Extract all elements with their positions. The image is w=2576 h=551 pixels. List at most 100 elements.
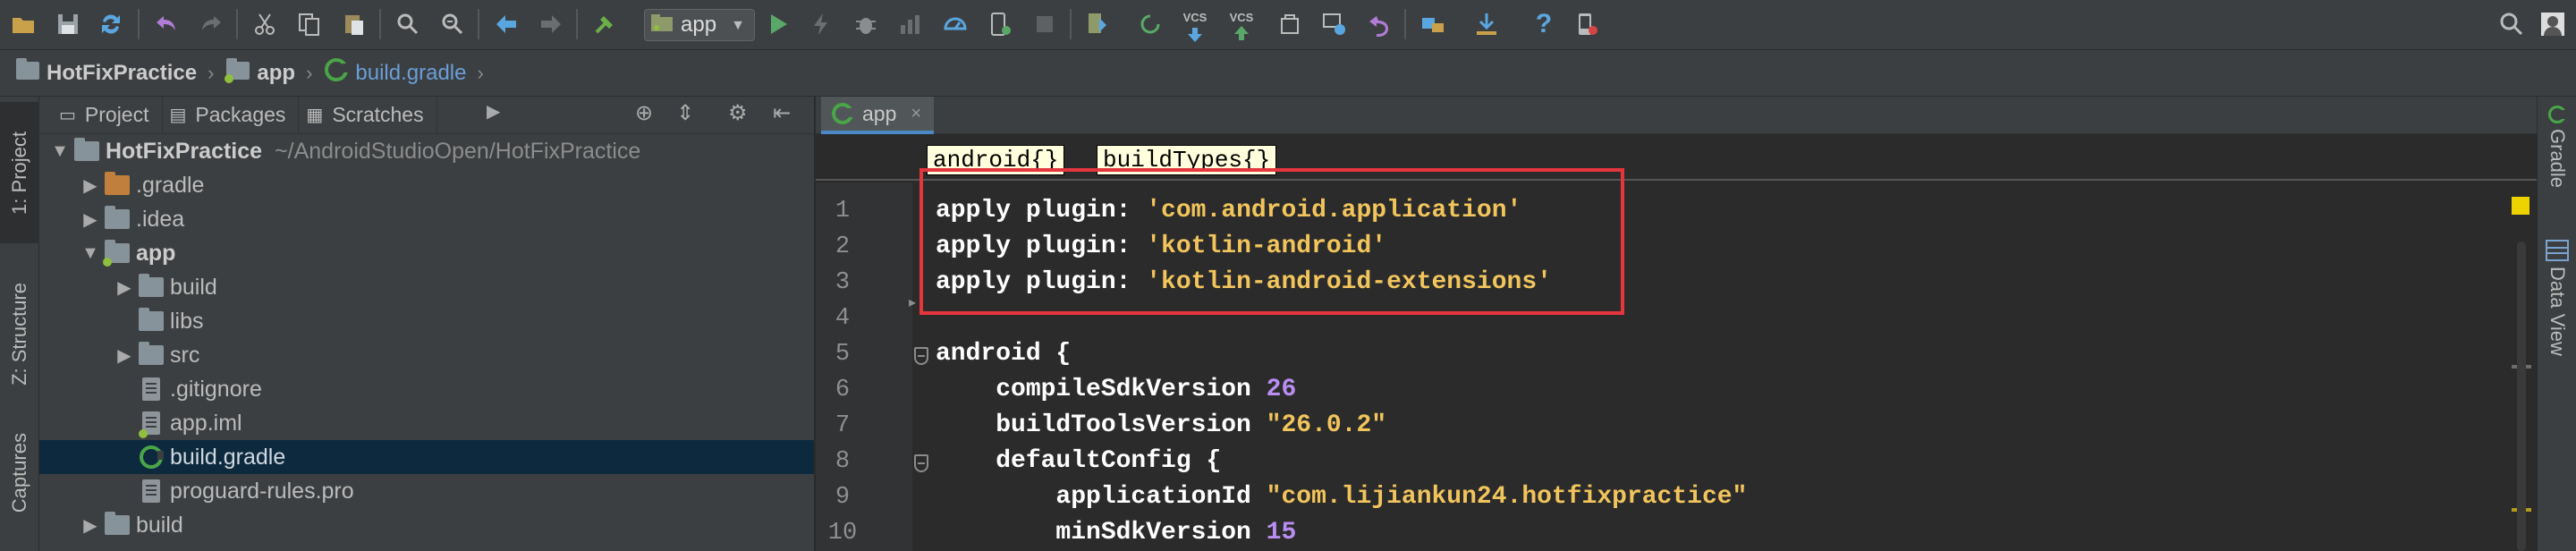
replace-icon[interactable] <box>436 8 469 40</box>
forward-icon[interactable] <box>535 8 567 40</box>
breadcrumb-item-file[interactable]: build.gradle › <box>325 58 484 88</box>
hide-panel-icon[interactable]: ⇤ <box>773 100 791 126</box>
tree-item-root-build[interactable]: ▶ build <box>39 508 814 542</box>
fold-icon[interactable] <box>914 347 928 365</box>
tree-item-app-build[interactable]: ▶ build <box>39 270 814 304</box>
tree-item-proguard[interactable]: proguard-rules.pro <box>39 474 814 508</box>
debug-icon[interactable] <box>850 8 882 40</box>
profile-icon[interactable] <box>894 8 927 40</box>
tool-tab-captures[interactable]: Captures <box>0 433 39 551</box>
fold-collapsed-icon[interactable]: ▸ <box>909 293 916 311</box>
gear-icon[interactable]: ⚙ <box>728 100 748 126</box>
tree-item-label: .gradle <box>136 172 205 198</box>
apply-changes-icon[interactable] <box>805 8 837 40</box>
tree-item-label: src <box>170 342 200 368</box>
editor-tab-label: app <box>862 101 897 125</box>
cut-icon[interactable] <box>249 8 281 40</box>
vcs-revert-icon[interactable] <box>1363 8 1395 40</box>
tree-item-label: libs <box>170 308 204 334</box>
chevron-right-icon[interactable]: ▶ <box>79 208 102 231</box>
code-line-6[interactable]: compileSdkVersion 26 <box>936 372 1296 408</box>
folder-icon <box>102 206 132 231</box>
chevron-right-icon[interactable]: ▶ <box>113 276 136 299</box>
tree-item-hotfixpractice[interactable]: ▼ HotFixPractice ~/AndroidStudioOpen/Hot… <box>39 134 814 168</box>
scratches-view-icon: ▦ <box>306 106 324 125</box>
tree-item-gitignore[interactable]: .gitignore <box>39 372 814 406</box>
line-number: 5 <box>835 341 851 368</box>
chevron-right-icon[interactable]: ▶ <box>79 514 102 537</box>
sync-icon[interactable] <box>95 8 127 40</box>
chevron-right-icon[interactable]: ▶ <box>113 344 136 367</box>
vcs-commit-icon[interactable]: VCS <box>1225 8 1258 40</box>
device-attach-icon[interactable] <box>984 8 1016 40</box>
open-folder-icon[interactable] <box>7 8 39 40</box>
paste-icon[interactable] <box>338 8 370 40</box>
gradle-sync-icon[interactable] <box>1080 8 1113 40</box>
project-panel-header: ▭ Project ▤ Packages ▦ Scratches ▶ ⊕ ⇕ ⚙… <box>39 96 814 134</box>
tool-tab-data-view[interactable]: Data View <box>2538 240 2576 374</box>
view-tab-label: Packages <box>195 103 286 126</box>
tree-item-app[interactable]: ▼ app <box>39 236 814 270</box>
breadcrumb-item-app[interactable]: app › <box>225 57 312 86</box>
vertical-scrollbar[interactable] <box>2517 242 2526 551</box>
more-tabs-icon[interactable]: ▶ <box>487 100 500 123</box>
data-view-icon <box>2546 240 2569 261</box>
close-icon[interactable]: × <box>911 104 921 124</box>
chevron-down-icon[interactable]: ▼ <box>48 141 72 162</box>
code-line-5[interactable]: android { <box>936 336 1071 372</box>
code-line-10[interactable]: minSdkVersion 15 <box>936 515 1296 551</box>
code-line-9[interactable]: applicationId "com.lijiankun24.hotfixpra… <box>936 479 1747 515</box>
folder-icon <box>136 342 166 367</box>
tool-tab-project[interactable]: 1: Project <box>0 102 39 243</box>
avatar-icon[interactable] <box>2537 8 2569 40</box>
avd-manager-icon[interactable] <box>1134 8 1166 40</box>
project-structure-icon[interactable] <box>1417 8 1449 40</box>
line-number: 8 <box>835 448 851 475</box>
back-icon[interactable] <box>490 8 522 40</box>
tree-item-build-gradle[interactable]: build.gradle <box>39 440 814 474</box>
annotation-highlight-box <box>919 168 1624 315</box>
help-icon[interactable]: ? <box>1528 8 1560 40</box>
tree-item-libs[interactable]: libs <box>39 304 814 338</box>
redo-icon[interactable] <box>195 8 227 40</box>
view-tab-label: Scratches <box>332 103 424 126</box>
tree-item-idea[interactable]: ▶ .idea <box>39 202 814 236</box>
view-tab-packages[interactable]: ▤ Packages <box>163 96 300 134</box>
search-everywhere-icon[interactable] <box>2496 8 2528 40</box>
breadcrumb-item-project[interactable]: HotFixPractice › <box>16 57 215 86</box>
save-icon[interactable] <box>52 8 84 40</box>
copy-icon[interactable] <box>293 8 326 40</box>
tree-item-app-iml[interactable]: app.iml <box>39 406 814 440</box>
find-icon[interactable] <box>392 8 424 40</box>
editor-tab-app[interactable]: app × <box>821 97 935 134</box>
locate-file-icon[interactable]: ⊕ <box>635 100 653 126</box>
fold-icon[interactable] <box>914 454 928 472</box>
deploy-icon[interactable] <box>1470 8 1503 40</box>
attach-debugger-icon[interactable] <box>939 8 971 40</box>
vcs-update-icon[interactable]: VCS <box>1179 8 1211 42</box>
view-tab-project[interactable]: ▭ Project <box>52 96 163 134</box>
tree-item-gradle-dir[interactable]: ▶ .gradle <box>39 168 814 202</box>
code-editor: app × android{} buildTypes{} 1 2 3 4 5 6… <box>816 97 2537 551</box>
run-config-selector[interactable]: app ▼ <box>644 9 755 41</box>
tool-tab-label: Z: Structure <box>8 282 30 386</box>
build-icon[interactable] <box>589 8 621 40</box>
code-line-7[interactable]: buildToolsVersion "26.0.2" <box>936 408 1386 444</box>
undo-icon[interactable] <box>150 8 182 40</box>
collapse-all-icon[interactable]: ⇕ <box>676 100 694 126</box>
tree-item-src[interactable]: ▶ src <box>39 338 814 372</box>
code-line-8[interactable]: defaultConfig { <box>936 444 1221 479</box>
vcs-history-icon[interactable] <box>1274 8 1306 40</box>
chevron-down-icon[interactable]: ▼ <box>79 243 102 264</box>
stop-icon[interactable] <box>1029 8 1061 40</box>
vcs-compare-icon[interactable] <box>1318 8 1351 40</box>
chevron-right-icon: › <box>208 61 215 84</box>
run-icon[interactable] <box>762 8 794 40</box>
device-monitor-icon[interactable] <box>1571 8 1603 40</box>
chevron-right-icon[interactable]: ▶ <box>79 174 102 197</box>
tool-tab-structure[interactable]: Z: Structure <box>0 258 39 410</box>
tool-tab-gradle[interactable]: Gradle <box>2538 106 2576 204</box>
warning-indicator-icon[interactable] <box>2512 197 2529 215</box>
module-folder-icon <box>102 240 132 267</box>
view-tab-scratches[interactable]: ▦ Scratches <box>299 96 437 134</box>
